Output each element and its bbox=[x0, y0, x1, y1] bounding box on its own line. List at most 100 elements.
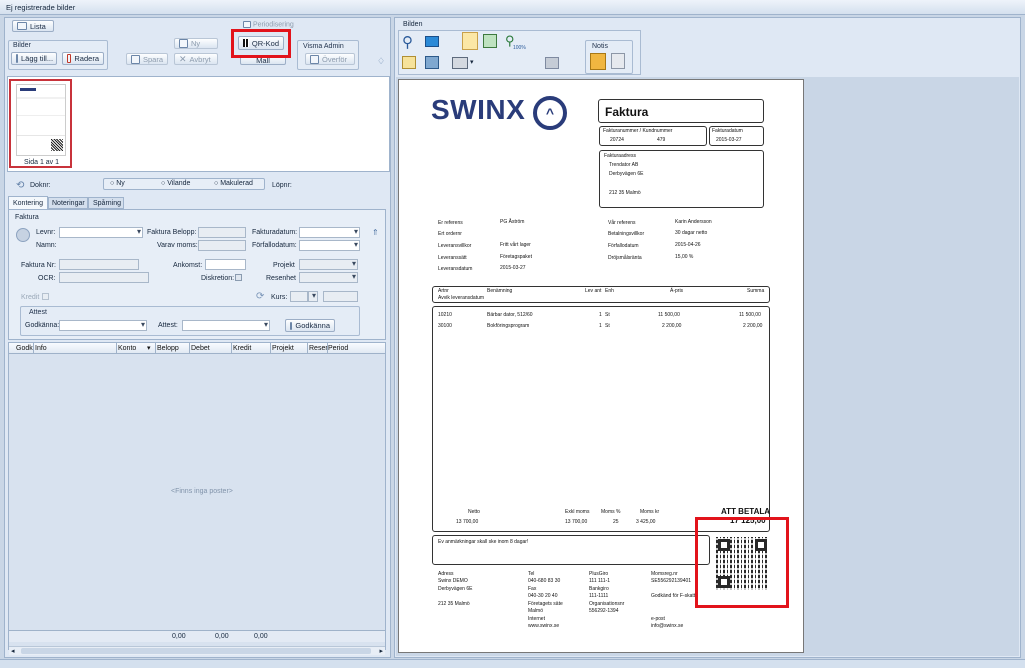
levnr-select[interactable] bbox=[59, 227, 143, 238]
delete-page-icon bbox=[67, 54, 72, 63]
radera-button[interactable]: Radera bbox=[62, 52, 104, 65]
lagg-till-button[interactable]: Lägg till... bbox=[11, 52, 57, 65]
pin-icon[interactable]: ♢ bbox=[377, 56, 385, 67]
ny-button[interactable]: Ny bbox=[174, 38, 218, 49]
forfallodatum-select[interactable] bbox=[299, 240, 360, 251]
row1-ben: Bärbar dator, 512/60 bbox=[487, 312, 533, 318]
supplier-icon bbox=[16, 228, 30, 242]
add-page-icon bbox=[16, 54, 18, 63]
attest-label: Attest: bbox=[158, 322, 178, 329]
faktura-nr-input[interactable] bbox=[59, 259, 139, 270]
posting-grid bbox=[8, 342, 386, 650]
ocr-input[interactable] bbox=[59, 272, 149, 283]
print-icon[interactable] bbox=[452, 57, 468, 69]
tab-sparning[interactable]: Spårning bbox=[88, 197, 124, 209]
row2-pris: 2 200,00 bbox=[662, 323, 682, 329]
fakturadatum-select[interactable] bbox=[299, 227, 360, 238]
diskretion-label: Diskretion: bbox=[201, 275, 235, 282]
row1-summa: 11 500,00 bbox=[739, 312, 761, 318]
radio-ny[interactable]: ○ Ny bbox=[110, 180, 125, 187]
faktura-belopp-label: Faktura Belopp: bbox=[147, 229, 197, 236]
levnr-label: Levnr: bbox=[36, 229, 56, 236]
note-icon[interactable] bbox=[590, 53, 606, 70]
col-reser[interactable]: Reser bbox=[309, 344, 328, 353]
col-kredit[interactable]: Kredit bbox=[233, 344, 251, 353]
spara-button[interactable]: Spara bbox=[126, 53, 168, 65]
cancel-icon: ✕ bbox=[179, 53, 187, 64]
calendar-icon bbox=[243, 21, 251, 28]
tab-noteringar[interactable]: Noteringar bbox=[48, 197, 88, 209]
window-title-bar: Ej registrerade bilder bbox=[0, 0, 1025, 15]
att-betala-label: ATT BETALA bbox=[721, 507, 771, 516]
fit-page-icon[interactable] bbox=[462, 32, 478, 50]
refresh-icon[interactable]: ⟲ bbox=[16, 180, 24, 191]
kurs-select[interactable] bbox=[308, 291, 318, 302]
swinx-logo: SWINX bbox=[431, 94, 526, 125]
varav-moms-input[interactable] bbox=[198, 240, 246, 251]
sum-kredit: 0,00 bbox=[254, 633, 268, 640]
thumbnail-caption: Sida 1 av 1 bbox=[24, 159, 60, 166]
col-belopp[interactable]: Belopp bbox=[157, 344, 179, 353]
scrollbar-thumb[interactable] bbox=[21, 648, 371, 654]
faktura-nr-label: Faktura Nr: bbox=[21, 262, 57, 269]
row1-ant: 1 bbox=[599, 312, 602, 318]
diskretion-checkbox[interactable] bbox=[235, 274, 242, 281]
currency-icon[interactable]: ⟳ bbox=[256, 291, 264, 302]
search-icon[interactable]: ⚲ bbox=[402, 33, 413, 51]
note-edit-icon[interactable] bbox=[611, 53, 625, 69]
ankomst-input[interactable] bbox=[205, 259, 246, 270]
zoom-100-label: 100% bbox=[513, 45, 526, 51]
lista-button[interactable]: Lista bbox=[12, 20, 54, 32]
godkanna-label: Godkänna: bbox=[25, 322, 60, 329]
kurs-input[interactable] bbox=[323, 291, 358, 302]
col-debet[interactable]: Debet bbox=[191, 344, 210, 353]
varav-moms-label: Varav moms: bbox=[157, 242, 198, 249]
row2-ant: 1 bbox=[599, 323, 602, 329]
select-tool-icon[interactable] bbox=[402, 56, 416, 69]
radio-makulerad[interactable]: ○ Makulerad bbox=[214, 180, 253, 187]
resenhet-label: Resenhet bbox=[266, 275, 296, 282]
kredit-checkbox[interactable] bbox=[42, 293, 49, 300]
status-bar bbox=[0, 659, 1025, 668]
fit-width-icon[interactable] bbox=[483, 34, 497, 48]
grid-empty-message: <Finns inga poster> bbox=[171, 488, 233, 495]
print-dropdown-icon[interactable]: ▾ bbox=[470, 58, 474, 66]
collapse-icon[interactable]: ⇑ bbox=[372, 228, 379, 237]
periodisering-label[interactable]: Periodisering bbox=[243, 21, 294, 28]
row1-artnr: 10210 bbox=[438, 312, 452, 318]
save-image-icon[interactable] bbox=[545, 57, 559, 69]
kredit-label: Kredit bbox=[21, 294, 40, 301]
kurs-label: Kurs: bbox=[271, 294, 288, 301]
monitor-icon[interactable] bbox=[425, 36, 439, 47]
tab-kontering[interactable]: Kontering bbox=[8, 196, 48, 209]
attest-select[interactable] bbox=[182, 320, 270, 331]
image-icon[interactable] bbox=[425, 56, 439, 69]
projekt-select[interactable] bbox=[299, 259, 358, 270]
godkanna-select[interactable] bbox=[59, 320, 147, 331]
col-konto[interactable]: Konto bbox=[118, 344, 136, 353]
col-info[interactable]: Info bbox=[35, 344, 47, 353]
avbryt-button[interactable]: ✕ Avbryt bbox=[174, 53, 218, 65]
col-godk[interactable]: Godk bbox=[16, 344, 33, 353]
lopnr-label: Löpnr: bbox=[272, 182, 292, 189]
ocr-label: OCR: bbox=[38, 275, 56, 282]
resenhet-select[interactable] bbox=[299, 272, 358, 283]
konto-filter-icon[interactable]: ▾ bbox=[147, 344, 151, 353]
row2-enh: St bbox=[605, 323, 610, 329]
sum-debet: 0,00 bbox=[215, 633, 229, 640]
items-body-box bbox=[432, 306, 770, 532]
qr-kod-highlight bbox=[231, 29, 291, 58]
forfallodatum-label: Förfallodatum: bbox=[252, 242, 297, 249]
ankomst-label: Ankomst: bbox=[173, 262, 203, 269]
grid-horizontal-scrollbar[interactable]: ◂ ▸ bbox=[9, 646, 385, 655]
projekt-label: Projekt bbox=[273, 262, 295, 269]
col-projekt[interactable]: Projekt bbox=[272, 344, 294, 353]
godkanna-button[interactable]: Godkänna bbox=[285, 319, 335, 332]
col-period[interactable]: Period bbox=[328, 344, 348, 353]
list-icon bbox=[17, 22, 27, 30]
overfor-button[interactable]: Överför bbox=[305, 53, 355, 65]
faktura-belopp-input[interactable] bbox=[198, 227, 246, 238]
kurs-currency[interactable] bbox=[290, 291, 308, 302]
page-thumbnail[interactable]: Sida 1 av 1 bbox=[9, 79, 72, 168]
radio-vilande[interactable]: ○ Vilande bbox=[161, 180, 190, 187]
